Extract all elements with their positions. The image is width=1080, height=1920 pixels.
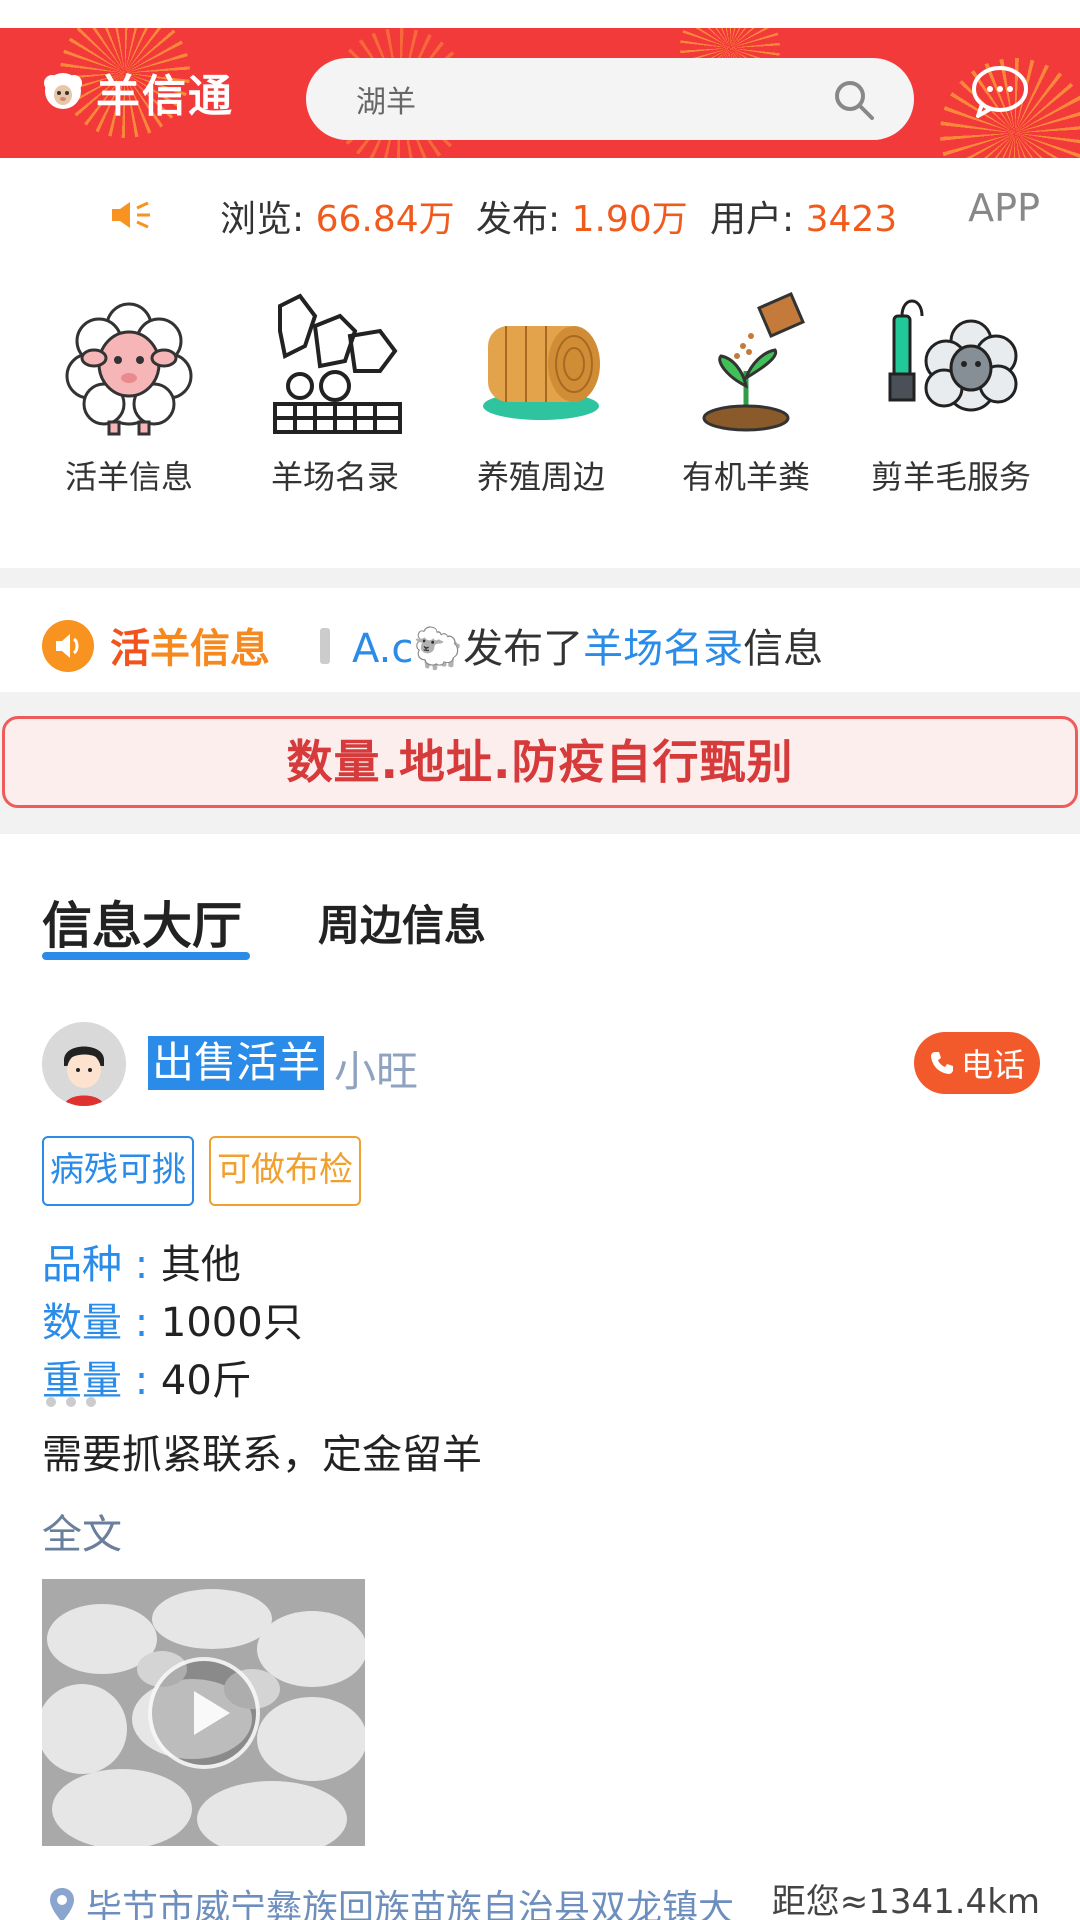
stat-posts-label: 发布:	[476, 199, 572, 240]
ticker-title-rest: 羊信息	[150, 626, 270, 672]
page: 羊信通 浏览: 66.84万 发布: 1.90万 用户: 3423 APP	[0, 0, 1080, 1920]
ticker-action: 发布了	[463, 626, 584, 672]
news-ticker[interactable]: 活羊信息 A.c🐑发布了羊场名录信息	[0, 588, 1080, 692]
notice-wrap: 数量.地址.防疫自行甄别	[0, 692, 1080, 834]
announcement-icon	[42, 620, 94, 672]
app-link[interactable]: APP	[968, 186, 1040, 230]
category-label: 羊场名录	[270, 458, 399, 496]
category-breeding-supplies[interactable]: 养殖周边	[446, 286, 636, 498]
category-organic-manure[interactable]: 有机羊粪	[651, 286, 841, 498]
app-logo[interactable]: 羊信通	[40, 60, 234, 124]
category-farm-directory[interactable]: 羊场名录	[240, 286, 430, 498]
field-key: 数量	[42, 1300, 122, 1346]
ticker-category: 羊场名录	[583, 626, 744, 672]
category-grid: 活羊信息 羊场名录 养殖周边 有机羊粪 剪羊毛服务	[0, 268, 1080, 568]
sheep-logo-icon	[44, 73, 82, 109]
poster-name[interactable]: 小旺	[334, 1038, 418, 1099]
play-icon[interactable]	[148, 1657, 260, 1769]
category-shearing-service[interactable]: 剪羊毛服务	[856, 286, 1046, 498]
chat-bubble-icon[interactable]	[970, 64, 1030, 120]
ticker-divider	[320, 628, 330, 664]
shearing-icon	[888, 299, 1018, 412]
ticker-suffix: 信息	[743, 626, 824, 672]
category-label: 剪羊毛服务	[870, 458, 1031, 496]
category-label: 有机羊粪	[681, 458, 810, 496]
listing-type-badge: 出售活羊	[148, 1036, 325, 1090]
listing-description: 需要抓紧联系，定金留羊	[42, 1432, 482, 1478]
search-bar[interactable]	[306, 58, 914, 140]
category-live-sheep[interactable]: 活羊信息	[34, 286, 224, 498]
stats-bar: 浏览: 66.84万 发布: 1.90万 用户: 3423 APP	[0, 158, 1080, 268]
section-divider	[0, 568, 1080, 588]
stat-posts: 发布: 1.90万	[476, 190, 688, 242]
search-input[interactable]	[356, 58, 816, 140]
stat-posts-value: 1.90万	[571, 199, 688, 240]
speaker-icon	[112, 201, 150, 229]
location-pin-icon	[50, 1888, 74, 1920]
status-bar-gap	[0, 0, 1080, 28]
field-breed: 品种 : 其他	[42, 1242, 241, 1288]
stat-users-value: 3423	[805, 199, 898, 240]
more-dots	[46, 1392, 106, 1411]
avatar[interactable]	[42, 1022, 126, 1106]
call-label: 电话	[960, 1046, 1025, 1084]
hay-bale-icon	[483, 326, 600, 420]
tab-nearby-info[interactable]: 周边信息	[318, 892, 486, 953]
stat-views-value: 66.84万	[315, 199, 455, 240]
warning-notice: 数量.地址.防疫自行甄别	[2, 716, 1078, 808]
farm-animals-icon	[273, 293, 402, 434]
category-label: 养殖周边	[476, 458, 605, 496]
feature-chip: 可做布检	[209, 1136, 361, 1206]
ticker-title: 活羊信息	[110, 616, 270, 674]
category-label: 活羊信息	[64, 458, 193, 496]
feature-chip: 病残可挑	[42, 1136, 194, 1206]
listing-card[interactable]: 出售活羊 小旺 电话 病残可挑 可做布检 品种 : 其他 数量 : 1000只 …	[0, 974, 1080, 1920]
fertilizer-sprout-icon	[702, 292, 805, 432]
call-button[interactable]: 电话	[914, 1032, 1040, 1094]
stat-views: 浏览: 66.84万	[220, 190, 455, 242]
ticker-title-first: 活	[110, 626, 150, 672]
field-value: 其他	[160, 1242, 241, 1288]
field-key: 品种	[42, 1242, 122, 1288]
tab-bar: 信息大厅 周边信息	[0, 834, 1080, 974]
sheep-icon	[65, 302, 193, 436]
stat-users-label: 用户:	[710, 199, 806, 240]
stat-views-label: 浏览:	[220, 199, 316, 240]
header-bar: 羊信通	[0, 28, 1080, 158]
tab-info-hall[interactable]: 信息大厅	[42, 886, 242, 958]
field-value: 40斤	[160, 1358, 252, 1404]
field-value: 1000只	[160, 1300, 303, 1346]
full-text-link[interactable]: 全文	[42, 1502, 122, 1560]
video-thumbnail[interactable]	[42, 1579, 365, 1846]
app-name: 羊信通	[96, 71, 234, 122]
stat-users: 用户: 3423	[710, 190, 897, 242]
field-quantity: 数量 : 1000只	[42, 1300, 303, 1346]
ticker-message: A.c🐑发布了羊场名录信息	[352, 616, 823, 674]
location[interactable]: 毕节市威宁彝族回族苗族自治县双龙镇大	[50, 1879, 734, 1920]
search-icon[interactable]	[832, 78, 876, 122]
location-text: 毕节市威宁彝族回族苗族自治县双龙镇大	[86, 1888, 735, 1920]
phone-icon	[930, 1052, 953, 1074]
distance: 距您≈1341.4km	[771, 1882, 1040, 1920]
active-tab-indicator	[42, 952, 250, 960]
ticker-user: A.c🐑	[352, 626, 464, 672]
